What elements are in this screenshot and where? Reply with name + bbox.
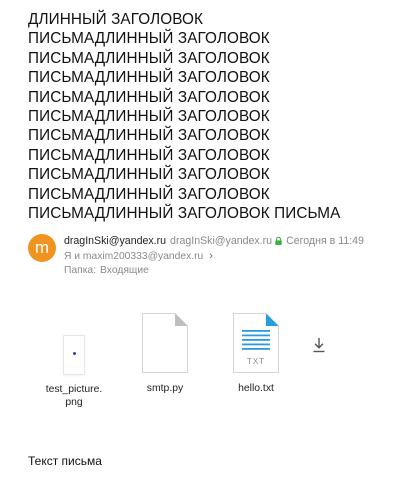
subject-line: ПИСЬМАДЛИННЫЙ ЗАГОЛОВОК [28,185,270,203]
subject-line: ПИСЬМАДЛИННЫЙ ЗАГОЛОВОК [28,146,270,164]
attachment-name: hello.txt [238,383,274,394]
subject-line: ПИСЬМАДЛИННЫЙ ЗАГОЛОВОК [28,49,270,67]
subject-line: ПИСЬМАДЛИННЫЙ ЗАГОЛОВОК [28,108,270,126]
subject-line: ПИСЬМАДЛИННЫЙ ЗАГОЛОВОК [28,69,270,87]
chevron-right-icon: › [209,250,213,262]
folder-label: Папка: [64,265,97,276]
sender-name[interactable]: dragInSki@yandex.ru [64,235,166,247]
message-view: ДЛИННЫЙ ЗАГОЛОВОК ПИСЬМАДЛИННЫЙ ЗАГОЛОВО… [0,0,412,482]
attachment-test-picture[interactable]: test_picture. png [36,336,112,409]
subject-line: ДЛИННЫЙ ЗАГОЛОВОК [28,11,204,28]
message-date: Сегодня в 11:49 [286,235,364,247]
folder-value[interactable]: Входящие [100,265,149,276]
image-thumbnail [64,336,84,374]
folder-row: Папка: Входящие [64,264,149,278]
sender-avatar[interactable]: m [28,234,56,262]
sender-email[interactable]: dragInSki@yandex.ru [170,235,272,247]
message-subject: ДЛИННЫЙ ЗАГОЛОВОК ПИСЬМАДЛИННЫЙ ЗАГОЛОВО… [28,10,404,223]
file-type-label: TXT [247,357,265,366]
recipients-text: Я и maxim200333@yandex.ru [64,251,204,262]
subject-line: ПИСЬМАДЛИННЫЙ ЗАГОЛОВОК [28,30,270,48]
text-file-icon: TXT [233,313,279,373]
subject-line: ПИСЬМАДЛИННЫЙ ЗАГОЛОВОК ПИСЬМА [28,205,341,223]
subject-line: ПИСЬМАДЛИННЫЙ ЗАГОЛОВОК [28,166,270,184]
subject-line: ПИСЬМАДЛИННЫЙ ЗАГОЛОВОК [28,88,270,106]
file-icon [142,313,188,373]
sender-row: dragInSki@yandex.ru dragInSki@yandex.ru Се… [64,234,410,248]
subject-line: ПИСЬМАДЛИННЫЙ ЗАГОЛОВОК [28,127,270,145]
attachment-name: test_picture. png [45,384,103,408]
attachment-hello-txt[interactable]: TXT hello.txt [222,312,290,395]
attachment-name: smtp.py [146,383,184,394]
lock-icon [275,235,282,245]
message-body: Текст письма [28,454,102,468]
attachment-smtp-py[interactable]: smtp.py [131,312,199,395]
download-icon[interactable] [312,337,326,353]
recipients-toggle[interactable]: Я и maxim200333@yandex.ru › [64,249,213,263]
